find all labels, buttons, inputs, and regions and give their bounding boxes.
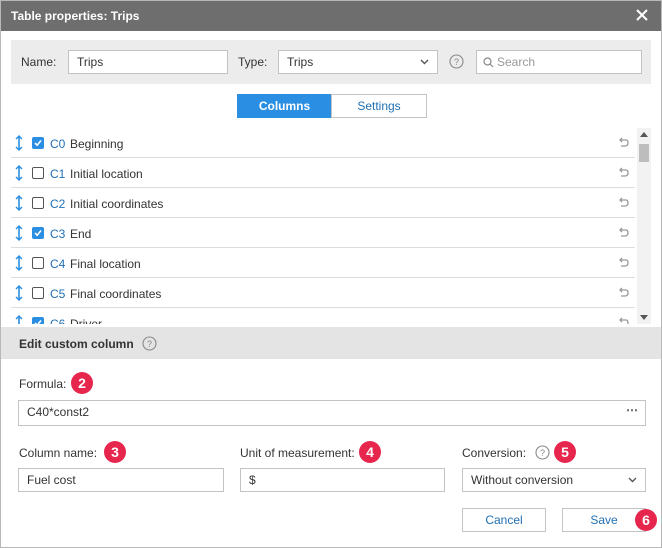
column-checkbox[interactable] [32,197,44,209]
column-name-label: Column name: [19,446,98,460]
column-name-input[interactable] [18,468,224,492]
table-header-bar: Name: Type: Trips ? Search [11,40,651,84]
conversion-select-value: Without conversion [471,473,574,487]
column-row[interactable]: C1 Initial location [11,158,635,188]
search-input[interactable]: Search [476,50,642,74]
column-checkbox[interactable] [32,317,44,324]
name-label: Name: [21,55,57,69]
column-checkbox[interactable] [32,137,44,149]
scroll-down-icon[interactable] [640,315,648,320]
chevron-down-icon [420,59,429,65]
column-checkbox[interactable] [32,257,44,269]
column-name: Initial coordinates [70,197,164,211]
drag-handle-icon[interactable] [15,135,23,151]
column-code: C6 [50,317,66,324]
column-checkbox[interactable] [32,227,44,239]
drag-handle-icon[interactable] [15,285,23,301]
column-name: End [70,227,92,241]
column-row[interactable]: C3 End [11,218,635,248]
column-row[interactable]: C4 Final location [11,248,635,278]
step-badge-4: 4 [359,441,381,463]
formula-value: C40*const2 [27,405,90,419]
save-button[interactable]: Save [562,508,646,532]
chevron-down-icon [628,477,637,483]
reset-icon[interactable] [617,227,629,239]
column-name: Driver [70,317,102,324]
column-row[interactable]: C2 Initial coordinates [11,188,635,218]
column-row[interactable]: C5 Final coordinates [11,278,635,308]
tab-group: Columns Settings [237,94,427,118]
step-badge-2: 2 [71,372,93,394]
step-badge-3: 3 [104,441,126,463]
type-select-value: Trips [287,55,314,69]
search-icon [483,57,494,68]
formula-label: Formula: [19,377,67,391]
step-badge-6: 6 [635,509,657,531]
search-placeholder: Search [497,55,536,69]
column-row[interactable]: C6 Driver [11,308,635,324]
title-bar: Table properties: Trips [1,1,661,31]
cancel-button[interactable]: Cancel [462,508,546,532]
column-code: C0 [50,137,66,151]
drag-handle-icon[interactable] [15,255,23,271]
column-checkbox[interactable] [32,287,44,299]
column-name: Final location [70,257,141,271]
reset-icon[interactable] [617,137,629,149]
svg-text:?: ? [147,339,152,349]
help-icon[interactable]: ? [142,336,157,351]
check-icon [34,319,42,324]
column-name: Final coordinates [70,287,162,301]
column-name: Beginning [70,137,124,151]
type-select[interactable]: Trips [278,50,438,74]
more-options-icon[interactable]: ⋯ [626,403,639,417]
step-badge-5: 5 [554,441,576,463]
help-icon[interactable]: ? [535,445,550,460]
conversion-label: Conversion: [462,446,527,460]
column-code: C3 [50,227,66,241]
check-icon [34,139,42,147]
reset-icon[interactable] [617,317,629,324]
conversion-select[interactable]: Without conversion [462,468,646,492]
column-row[interactable]: C0 Beginning [11,128,635,158]
scrollbar-thumb[interactable] [639,144,649,162]
section-title: Edit custom column [19,337,134,351]
drag-handle-icon[interactable] [15,315,23,324]
list-scrollbar[interactable] [637,128,651,324]
column-code: C5 [50,287,66,301]
reset-icon[interactable] [617,167,629,179]
column-code: C4 [50,257,66,271]
tab-settings[interactable]: Settings [331,94,427,118]
drag-handle-icon[interactable] [15,165,23,181]
reset-icon[interactable] [617,197,629,209]
drag-handle-icon[interactable] [15,195,23,211]
name-input[interactable] [68,50,228,74]
scroll-up-icon[interactable] [640,132,648,137]
reset-icon[interactable] [617,257,629,269]
column-name: Initial location [70,167,143,181]
drag-handle-icon[interactable] [15,225,23,241]
unit-label: Unit of measurement: [240,446,355,460]
reset-icon[interactable] [617,287,629,299]
column-checkbox[interactable] [32,167,44,179]
svg-text:?: ? [540,448,545,458]
help-icon[interactable]: ? [449,54,464,69]
column-code: C2 [50,197,66,211]
close-icon[interactable] [633,6,651,24]
columns-list: C0 Beginning C1 Initial location C2 Initial c… [11,128,651,324]
tab-columns[interactable]: Columns [237,94,332,118]
dialog-title: Table properties: Trips [11,9,140,23]
type-label: Type: [238,55,268,69]
table-properties-dialog: Table properties: Trips Name: Type: Trip… [0,0,662,548]
edit-custom-column-header: Edit custom column ? [1,327,661,359]
formula-input[interactable]: C40*const2 ⋯ [18,400,646,426]
check-icon [34,229,42,237]
svg-text:?: ? [454,57,459,67]
unit-input[interactable] [240,468,445,492]
column-code: C1 [50,167,66,181]
